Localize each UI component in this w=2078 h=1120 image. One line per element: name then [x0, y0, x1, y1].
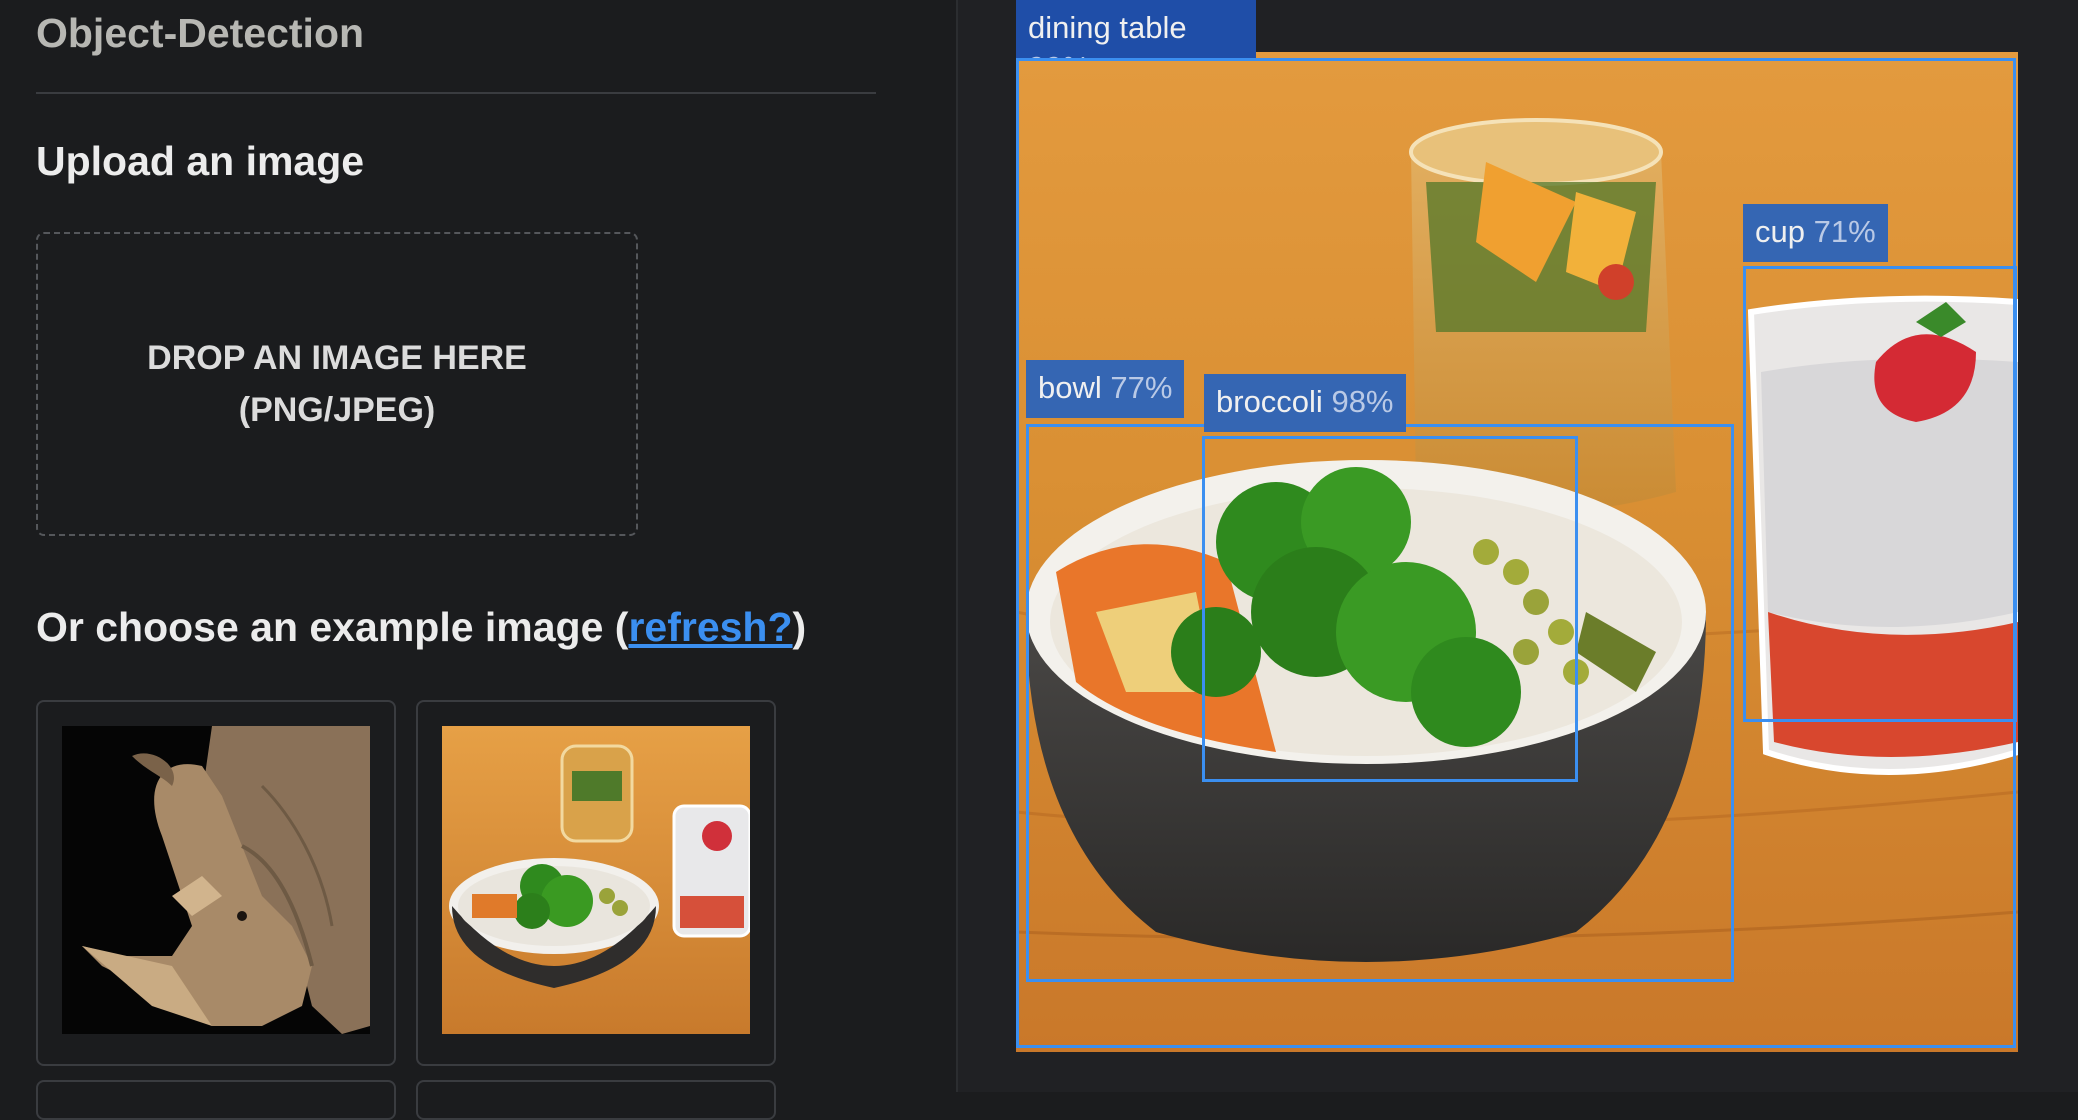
- example-heading-suffix: ): [792, 604, 807, 650]
- dropzone-line-2: (PNG/JPEG): [238, 391, 436, 429]
- detection-label-dining-table: dining table 99%: [1016, 0, 1256, 58]
- detection-label-broccoli: broccoli 98%: [1204, 374, 1406, 432]
- detection-box-cup: [1743, 266, 2017, 722]
- label-class: bowl: [1038, 370, 1102, 405]
- example-thumbnail-rhino[interactable]: [36, 700, 396, 1066]
- example-thumbnail-4[interactable]: [416, 1080, 776, 1120]
- example-thumbnail-3[interactable]: [36, 1080, 396, 1120]
- detection-label-bowl: bowl 77%: [1026, 360, 1185, 418]
- left-panel: Object-Detection Upload an image DROP AN…: [0, 0, 956, 1120]
- example-heading-prefix: Or choose an example image (: [36, 604, 629, 650]
- label-score: 71%: [1813, 214, 1876, 249]
- label-class: broccoli: [1216, 384, 1323, 419]
- label-score: 77%: [1110, 370, 1173, 405]
- refresh-link[interactable]: refresh?: [628, 604, 792, 650]
- label-class: cup: [1755, 214, 1805, 249]
- detection-box-broccoli: [1202, 436, 1578, 782]
- detection-label-cup: cup 71%: [1743, 204, 1888, 262]
- dropzone-line-1: DROP AN IMAGE HERE: [147, 339, 527, 377]
- image-dropzone[interactable]: DROP AN IMAGE HERE (PNG/JPEG): [36, 232, 638, 536]
- label-score: 99%: [1028, 48, 1244, 58]
- upload-heading: Upload an image: [36, 138, 365, 184]
- label-class: dining table: [1028, 10, 1187, 45]
- dropzone-text: DROP AN IMAGE HERE (PNG/JPEG): [147, 332, 527, 436]
- title-divider: [36, 92, 876, 94]
- example-thumbnail-food[interactable]: [416, 700, 776, 1066]
- example-heading: Or choose an example image (refresh?): [36, 604, 806, 651]
- detection-result-image: [1016, 52, 2018, 1052]
- app-title: Object-Detection: [36, 10, 365, 56]
- label-score: 98%: [1331, 384, 1394, 419]
- food-image: [442, 726, 750, 1034]
- rhino-image: [62, 726, 370, 1034]
